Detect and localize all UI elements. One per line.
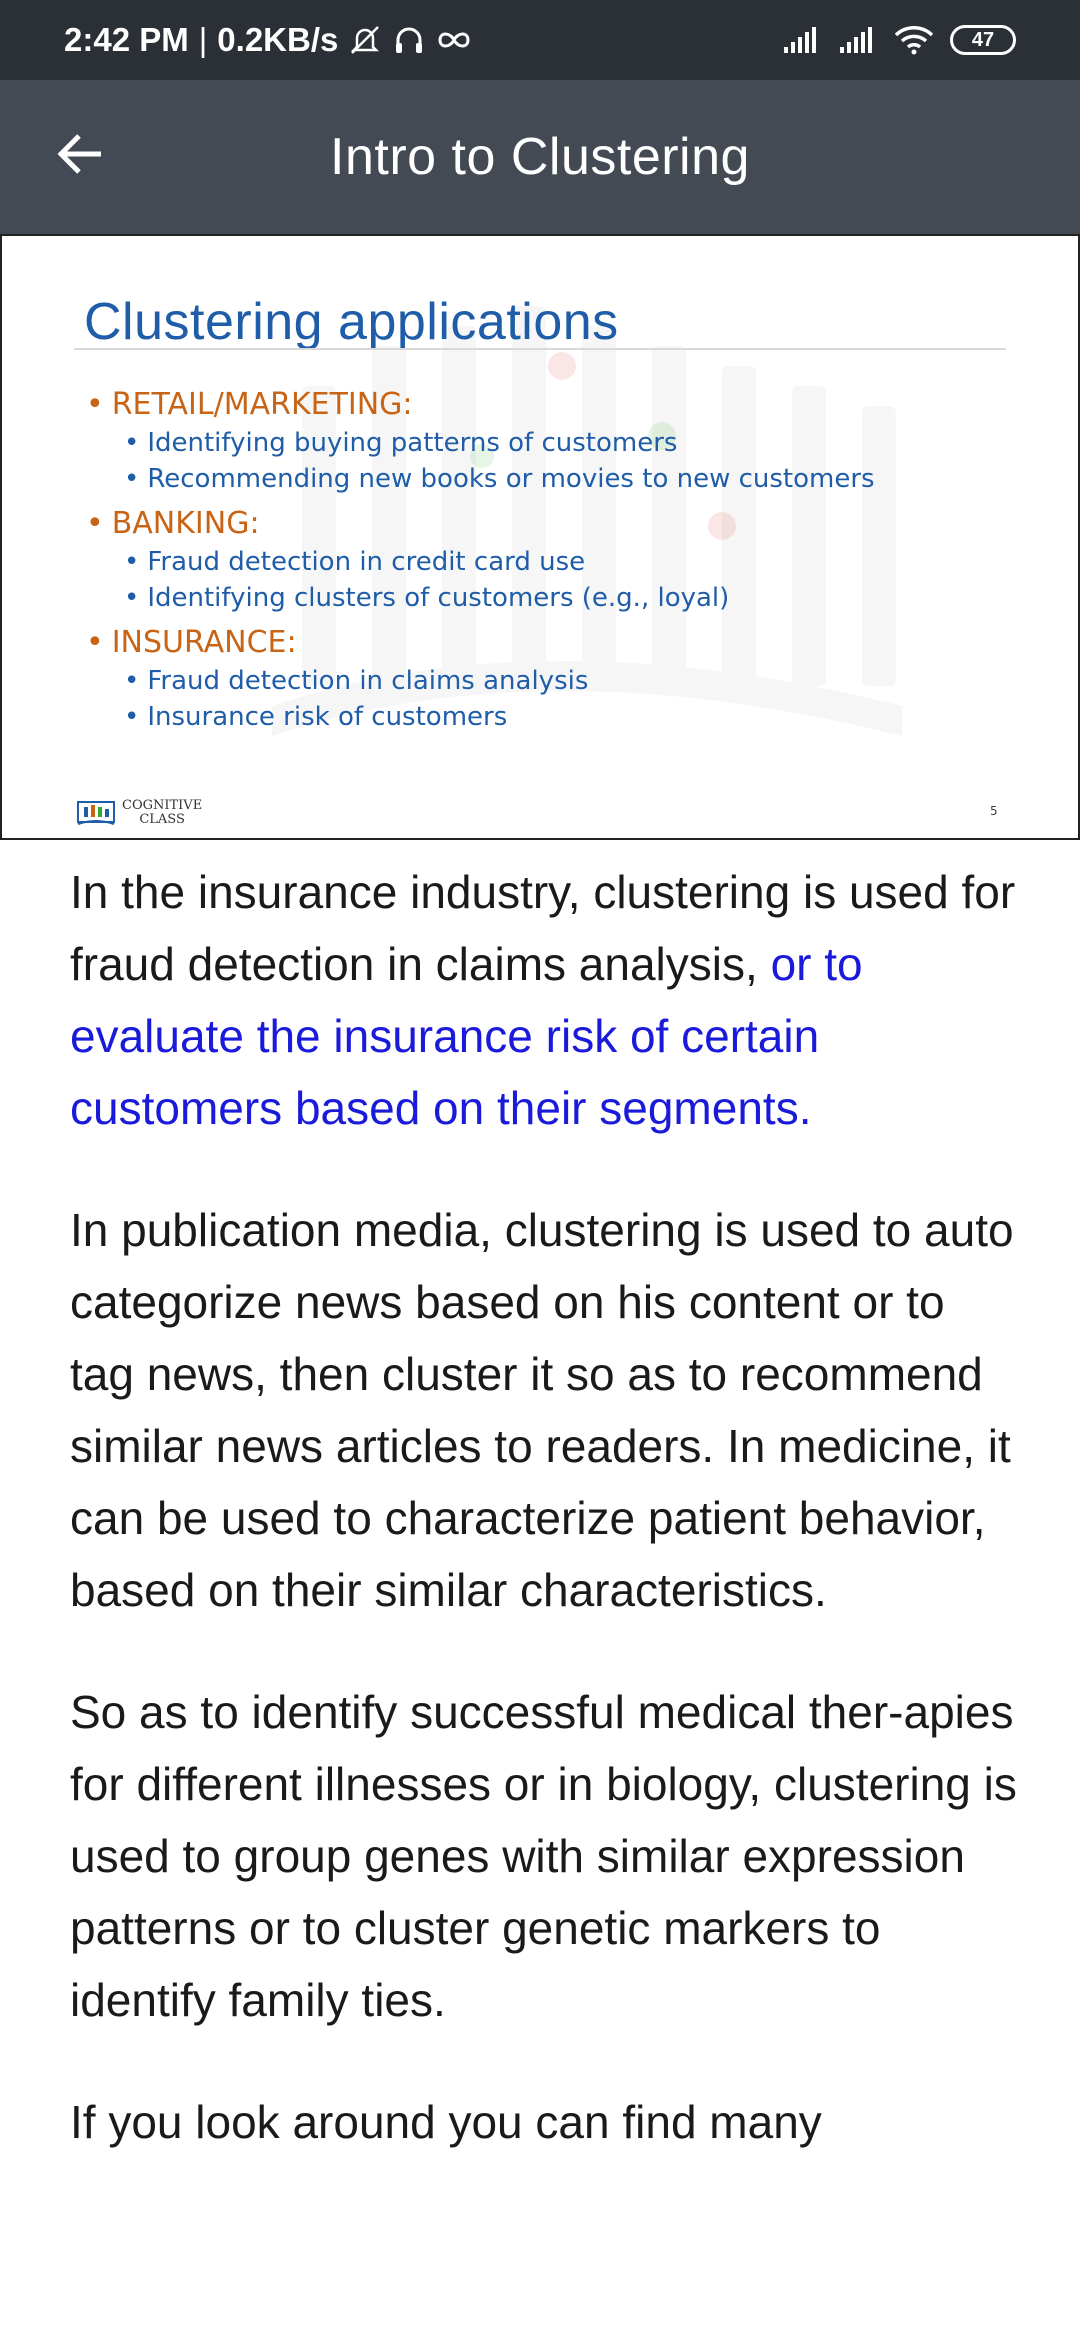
status-bar: 2:42 PM | 0.2KB/s 47	[0, 0, 1080, 80]
paragraph: If you look around you can find many	[70, 2096, 822, 2148]
list-item: • Identifying buying patterns of customer…	[124, 425, 875, 461]
mute-icon	[348, 23, 382, 57]
headphones-icon	[392, 23, 426, 57]
list-item-text: Fraud detection in claims analysis	[147, 666, 589, 696]
category-heading: • RETAIL/MARKETING:	[86, 384, 875, 425]
category-heading: • BANKING:	[86, 503, 875, 544]
logo-line: CLASS	[139, 812, 185, 827]
category-block: • RETAIL/MARKETING: • Identifying buying p…	[86, 384, 875, 497]
category-label: RETAIL/MARKETING:	[111, 387, 413, 422]
logo-line: COGNITIVE	[122, 798, 203, 813]
category-label: BANKING:	[111, 506, 260, 541]
list-item-text: Identifying clusters of customers (e.g.,…	[147, 583, 730, 613]
cognitive-class-logo: COGNITIVE CLASS	[76, 798, 202, 828]
status-right: 47	[782, 25, 1016, 55]
slide-image: Clustering applications • RETAIL/MARKETIN…	[0, 234, 1080, 840]
back-arrow-icon	[55, 129, 105, 184]
logo-icon	[77, 801, 115, 825]
battery-icon: 47	[950, 25, 1016, 55]
paragraph: In publication media, clustering is used…	[70, 1204, 1014, 1616]
slide-divider	[74, 348, 1006, 350]
status-time: 2:42 PM	[64, 21, 189, 58]
list-item-text: Fraud detection in credit card use	[147, 547, 586, 577]
category-label: INSURANCE:	[111, 625, 297, 660]
status-left: 2:42 PM | 0.2KB/s	[64, 21, 472, 59]
logo-text: COGNITIVE CLASS	[122, 799, 202, 827]
slide-page-number: 5	[990, 804, 998, 818]
app-bar: Intro to Clustering	[0, 80, 1080, 234]
paragraph-text: In the insurance industry, clustering is…	[70, 866, 1016, 990]
wifi-icon	[894, 25, 934, 55]
status-separator: |	[198, 21, 208, 58]
infinity-icon	[436, 28, 472, 52]
battery-level: 47	[971, 28, 995, 51]
category-block: • INSURANCE: • Fraud detection in claims a…	[86, 622, 875, 735]
list-item: • Fraud detection in credit card use	[124, 544, 875, 580]
paragraph: In the insurance industry, clustering is…	[70, 856, 1020, 1144]
signal-icon	[782, 25, 822, 55]
transcript-text: In the insurance industry, clustering is…	[70, 856, 1020, 2208]
slide-title: Clustering applications	[84, 293, 619, 351]
list-item-text: Insurance risk of customers	[147, 702, 508, 732]
paragraph: So as to identify successful medical the…	[70, 1686, 1017, 2026]
list-item: • Fraud detection in claims analysis	[124, 663, 875, 699]
category-heading: • INSURANCE:	[86, 622, 875, 663]
list-item: • Identifying clusters of customers (e.g.…	[124, 580, 875, 616]
slide-list: • RETAIL/MARKETING: • Identifying buying p…	[86, 384, 875, 741]
page-title: Intro to Clustering	[330, 128, 750, 186]
status-speed: 0.2KB/s	[217, 21, 339, 58]
back-button[interactable]	[44, 120, 116, 192]
list-item-text: Recommending new books or movies to new …	[147, 464, 875, 494]
list-item: • Insurance risk of customers	[124, 699, 875, 735]
category-block: • BANKING: • Fraud detection in credit car…	[86, 503, 875, 616]
list-item-text: Identifying buying patterns of customers	[147, 428, 678, 458]
signal-icon	[838, 25, 878, 55]
list-item: • Recommending new books or movies to new…	[124, 461, 875, 497]
